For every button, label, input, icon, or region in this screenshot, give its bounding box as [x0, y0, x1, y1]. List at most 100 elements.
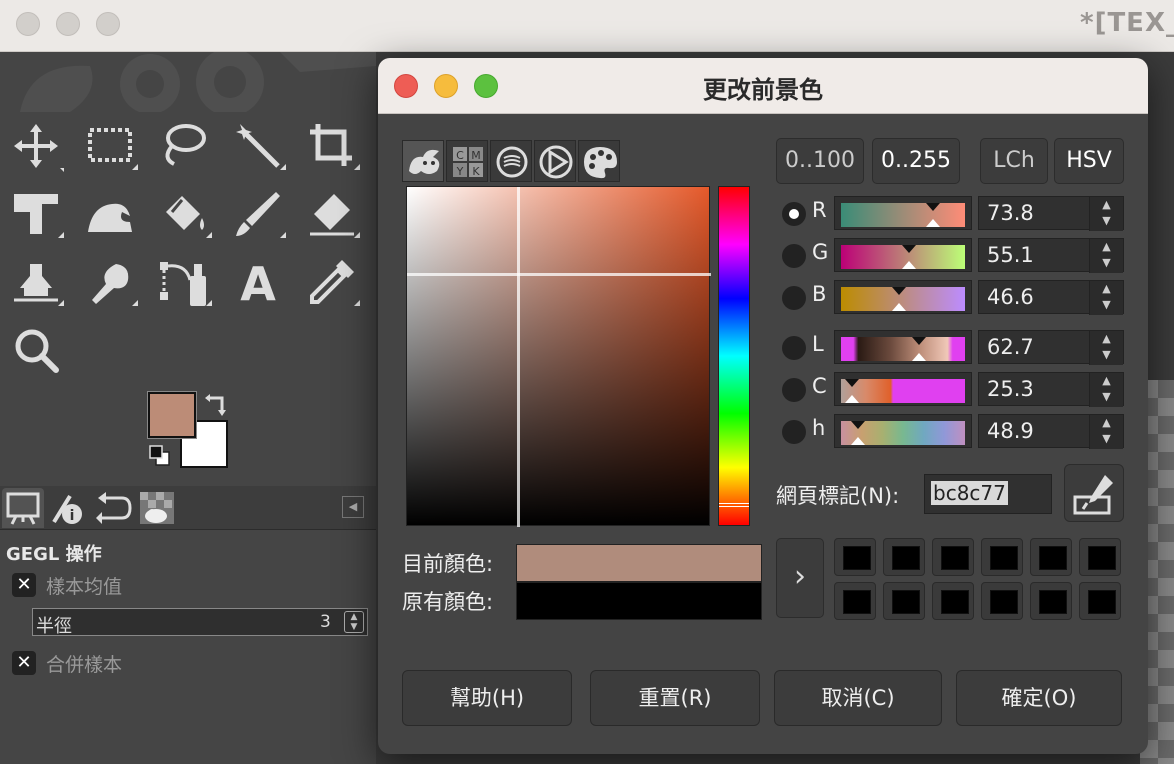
- channel-h-slider[interactable]: [834, 414, 972, 448]
- add-to-history-button[interactable]: ›: [776, 538, 824, 618]
- hue-strip[interactable]: [718, 186, 750, 526]
- channel-b-slider[interactable]: [834, 280, 972, 314]
- channel-c-value-field[interactable]: 25.3 ▲ ▼: [978, 372, 1124, 407]
- channel-b-value-field[interactable]: 46.6 ▲ ▼: [978, 280, 1124, 315]
- ok-button[interactable]: 確定(O): [956, 670, 1122, 726]
- channel-b-radio[interactable]: [782, 286, 806, 310]
- help-button[interactable]: 幫助(H): [402, 670, 572, 726]
- eyedropper-button[interactable]: [1064, 464, 1124, 522]
- channel-h-value-field[interactable]: 48.9 ▲ ▼: [978, 414, 1124, 449]
- default-colors-icon[interactable]: [148, 444, 172, 468]
- device-status-tab[interactable]: i: [48, 488, 90, 528]
- color-history-swatch[interactable]: [834, 538, 876, 576]
- color-history-swatch[interactable]: [932, 582, 974, 620]
- palette-selector-tab[interactable]: [578, 140, 620, 182]
- channel-l-value-field[interactable]: 62.7 ▲ ▼: [978, 330, 1124, 365]
- range-0-100-button[interactable]: 0..100: [776, 138, 864, 184]
- channel-g-marker-top: [902, 245, 917, 253]
- channel-g-slider[interactable]: [834, 238, 972, 272]
- channel-b-stepper[interactable]: ▲ ▼: [1089, 281, 1123, 315]
- radius-stepper[interactable]: ▲ ▼: [344, 611, 364, 633]
- channel-g-radio[interactable]: [782, 244, 806, 268]
- unified-transform-tool-icon[interactable]: [8, 186, 64, 242]
- channel-r-slider[interactable]: [834, 196, 972, 230]
- hue-marker[interactable]: [719, 503, 749, 507]
- cancel-button[interactable]: 取消(C): [774, 670, 942, 726]
- free-select-tool-icon[interactable]: [156, 118, 212, 174]
- channel-r-value-field[interactable]: 73.8 ▲ ▼: [978, 196, 1124, 231]
- color-history-swatch[interactable]: [1079, 582, 1121, 620]
- color-picker-tool-icon[interactable]: [304, 254, 360, 310]
- foreground-color-swatch[interactable]: [147, 391, 197, 439]
- channel-l-stepper[interactable]: ▲ ▼: [1089, 331, 1123, 365]
- channel-l-radio[interactable]: [782, 336, 806, 360]
- crop-tool-icon[interactable]: [304, 118, 360, 174]
- channel-h-stepper[interactable]: ▲ ▼: [1089, 415, 1123, 449]
- window-minimize-button[interactable]: [56, 12, 80, 36]
- gimp-selector-tab[interactable]: [402, 140, 444, 182]
- hsv-button[interactable]: HSV: [1054, 138, 1124, 184]
- channel-l-slider[interactable]: [834, 330, 972, 364]
- color-history-swatch[interactable]: [883, 582, 925, 620]
- channel-c-stepper[interactable]: ▲ ▼: [1089, 373, 1123, 407]
- channel-r-stepper[interactable]: ▲ ▼: [1089, 197, 1123, 231]
- dock-menu-button[interactable]: ◀: [342, 496, 364, 518]
- wilber-drop-area[interactable]: [0, 52, 376, 112]
- color-history-swatch[interactable]: [1030, 582, 1072, 620]
- hex-label: 網頁標記(N):: [776, 484, 900, 508]
- reset-button[interactable]: 重置(R): [590, 670, 760, 726]
- channel-c-slider[interactable]: [834, 372, 972, 406]
- channel-r-marker-bottom: [925, 219, 940, 227]
- color-history-swatch[interactable]: [1030, 538, 1072, 576]
- eraser-tool-icon[interactable]: [304, 186, 360, 242]
- tool-options-tab[interactable]: [2, 488, 44, 528]
- paths-tool-icon[interactable]: [156, 254, 212, 310]
- window-close-button[interactable]: [16, 12, 40, 36]
- images-tab[interactable]: [136, 488, 178, 528]
- svg-text:A: A: [240, 257, 276, 310]
- clone-tool-icon[interactable]: [8, 254, 64, 310]
- watercolor-selector-tab[interactable]: [490, 140, 532, 182]
- undo-history-tab[interactable]: [92, 488, 134, 528]
- hex-input[interactable]: bc8c77: [924, 474, 1052, 514]
- triangle-selector-tab[interactable]: [534, 140, 576, 182]
- radius-label: 半徑: [36, 616, 72, 637]
- paintbrush-tool-icon[interactable]: [230, 186, 286, 242]
- color-history-swatch[interactable]: [883, 538, 925, 576]
- range-0-255-button[interactable]: 0..255: [872, 138, 960, 184]
- channel-g-stepper[interactable]: ▲ ▼: [1089, 239, 1123, 273]
- color-square-area[interactable]: [406, 186, 711, 527]
- cmyk-selector-tab[interactable]: CMYK: [446, 140, 488, 182]
- color-history-swatch[interactable]: [981, 582, 1023, 620]
- swap-colors-icon[interactable]: [204, 392, 230, 418]
- text-tool-icon[interactable]: A: [230, 254, 286, 311]
- window-zoom-button[interactable]: [96, 12, 120, 36]
- channel-l-label: L: [812, 332, 824, 356]
- channel-l-value: 62.7: [987, 335, 1034, 359]
- bucket-fill-tool-icon[interactable]: [156, 186, 212, 242]
- channel-g-label: G: [812, 240, 829, 264]
- lch-button[interactable]: LCh: [980, 138, 1048, 184]
- channel-g-value-field[interactable]: 55.1 ▲ ▼: [978, 238, 1124, 273]
- channel-c-radio[interactable]: [782, 378, 806, 402]
- color-selector-tabs: CMYK: [402, 140, 624, 182]
- channel-r-radio[interactable]: [782, 202, 806, 226]
- smudge-tool-icon[interactable]: [82, 254, 138, 310]
- channel-h-radio[interactable]: [782, 420, 806, 444]
- channel-b-value: 46.6: [987, 285, 1034, 309]
- move-tool-icon[interactable]: [8, 118, 66, 174]
- color-history-swatch[interactable]: [834, 582, 876, 620]
- color-history-swatch[interactable]: [1079, 538, 1121, 576]
- color-history-swatch[interactable]: [981, 538, 1023, 576]
- sample-merged-checkbox[interactable]: ✕: [12, 651, 36, 675]
- sample-average-label: 樣本均值: [46, 576, 123, 598]
- radius-spinfield[interactable]: [32, 608, 368, 636]
- original-color-label: 原有顏色:: [402, 590, 494, 614]
- sample-average-checkbox[interactable]: ✕: [12, 573, 36, 597]
- zoom-tool-icon[interactable]: [8, 322, 64, 378]
- rect-select-tool-icon[interactable]: [82, 118, 138, 174]
- channel-row-b: B 46.6 ▲ ▼: [778, 280, 1128, 316]
- color-history-swatch[interactable]: [932, 538, 974, 576]
- warp-transform-tool-icon[interactable]: [82, 186, 138, 242]
- fuzzy-select-tool-icon[interactable]: [230, 118, 286, 174]
